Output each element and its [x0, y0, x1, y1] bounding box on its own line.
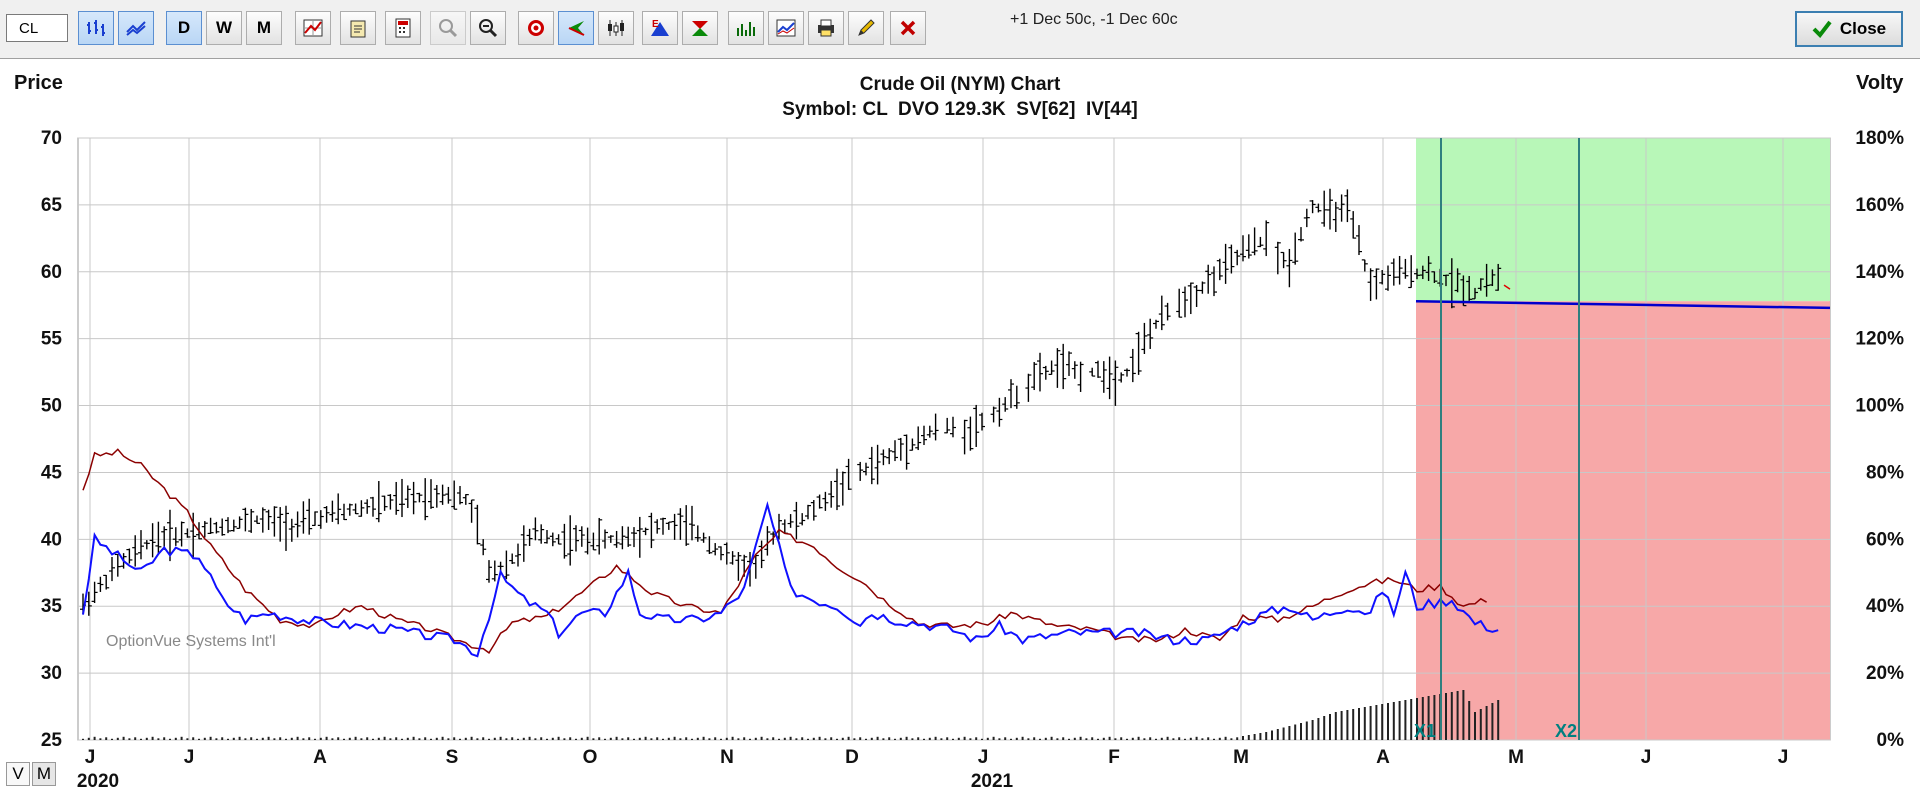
month-tick-label: A — [1376, 747, 1390, 768]
target-button[interactable] — [518, 11, 554, 45]
clipboard-icon — [347, 18, 369, 38]
candle-button[interactable] — [598, 11, 634, 45]
price-tick-label: 35 — [41, 596, 63, 617]
pencil-button[interactable] — [848, 11, 884, 45]
month-tick-label: D — [845, 747, 859, 768]
expiration-marker-label: X2 — [1555, 721, 1577, 741]
target-icon — [525, 18, 547, 38]
month-tick-label: O — [583, 747, 598, 768]
price-tick-label: 70 — [41, 128, 62, 149]
watermark-text: OptionVue Systems Int'l — [106, 633, 276, 650]
month-tick-label: N — [720, 747, 734, 768]
dividend-icon — [689, 18, 711, 38]
month-tick-label: F — [1108, 747, 1120, 768]
pencil-icon — [855, 18, 877, 38]
volume-chart-button[interactable] — [728, 11, 764, 45]
price-tick-label: 55 — [41, 329, 63, 350]
volty-tick-label: 140% — [1855, 262, 1904, 283]
zoom-in-button[interactable] — [430, 11, 466, 45]
expiration-marker-label: X1 — [1414, 721, 1436, 741]
delete-button[interactable] — [890, 11, 926, 45]
m-tab[interactable]: M — [32, 762, 56, 786]
zoom-out-button[interactable] — [470, 11, 506, 45]
volty-tick-label: 20% — [1866, 663, 1904, 684]
calculator-icon — [392, 18, 414, 38]
chart-subtitle: Symbol: CL DVO 129.3K SV[62] IV[44] — [782, 99, 1138, 120]
chart-title: Crude Oil (NYM) Chart — [859, 74, 1061, 95]
monthly-button[interactable]: M — [246, 11, 282, 45]
close-label: Close — [1839, 19, 1887, 38]
line-chart-icon — [125, 18, 147, 38]
symbol-input[interactable]: CL — [6, 14, 68, 42]
bar-chart-icon — [85, 18, 107, 38]
grid-chart-icon — [302, 18, 324, 38]
volty-tick-label: 180% — [1855, 128, 1904, 149]
price-chart[interactable]: 70 180% 65 160% 60 140% 55 120% 50 100% 45 80% 40 60%… — [0, 59, 1920, 797]
toolbar: CL DWM E +1 Dec 50c, -1 Dec 60c Close — [0, 0, 1920, 59]
svg-text:E: E — [652, 19, 659, 30]
print-button[interactable] — [808, 11, 844, 45]
month-tick-label: M — [1233, 747, 1249, 768]
month-tick-label: J — [85, 747, 96, 768]
price-tick-label: 45 — [41, 462, 63, 483]
volty-tick-label: 40% — [1866, 596, 1904, 617]
month-tick-label: J — [978, 747, 989, 768]
month-tick-label: S — [446, 747, 459, 768]
volty-tick-label: 80% — [1866, 462, 1904, 483]
month-tick-label: J — [1641, 747, 1652, 768]
price-tick-label: 40 — [41, 529, 62, 550]
arrow-left-button[interactable] — [558, 11, 594, 45]
candlestick-icon — [605, 18, 627, 38]
volatility-chart-button[interactable] — [768, 11, 804, 45]
chart-area: 70 180% 65 160% 60 140% 55 120% 50 100% 45 80% 40 60%… — [0, 59, 1920, 797]
bearish-zone — [1416, 301, 1830, 740]
zoom-out-icon — [477, 18, 499, 38]
year-label: 2020 — [77, 771, 119, 792]
position-status: +1 Dec 50c, -1 Dec 60c — [1010, 11, 1178, 28]
delete-x-icon — [897, 18, 919, 38]
zoom-in-icon — [437, 18, 459, 38]
earnings-button[interactable]: E — [642, 11, 678, 45]
checkmark-icon — [1812, 20, 1832, 38]
grid-settings-button[interactable] — [295, 11, 331, 45]
weekly-button[interactable]: W — [206, 11, 242, 45]
print-icon — [815, 18, 837, 38]
arrow-left-icon — [565, 18, 587, 38]
v-tab[interactable]: V — [6, 762, 30, 786]
daily-button[interactable]: D — [166, 11, 202, 45]
close-button[interactable]: Close — [1795, 11, 1903, 47]
volty-tick-label: 160% — [1855, 195, 1904, 216]
volty-tick-label: 120% — [1855, 329, 1904, 350]
calculator-button[interactable] — [385, 11, 421, 45]
volty-tick-label: 0% — [1877, 730, 1905, 751]
line-chart-icon-button[interactable] — [118, 11, 154, 45]
volty-tick-label: 60% — [1866, 529, 1904, 550]
month-tick-label: M — [1508, 747, 1524, 768]
month-tick-label: A — [313, 747, 327, 768]
volatility-chart-icon — [775, 18, 797, 38]
price-tick-label: 65 — [41, 195, 63, 216]
volty-tick-label: 100% — [1855, 396, 1904, 417]
dividend-button[interactable] — [682, 11, 718, 45]
notes-button[interactable] — [340, 11, 376, 45]
year-label: 2021 — [971, 771, 1014, 792]
price-tick-label: 50 — [41, 396, 62, 417]
earnings-icon: E — [649, 18, 671, 38]
price-tick-label: 25 — [41, 730, 63, 751]
price-tick-label: 30 — [41, 663, 62, 684]
bullish-zone — [1416, 138, 1830, 302]
bar-chart-icon-button[interactable] — [78, 11, 114, 45]
month-tick-label: J — [1778, 747, 1789, 768]
month-tick-label: J — [184, 747, 195, 768]
price-tick-label: 60 — [41, 262, 62, 283]
volume-chart-icon — [735, 18, 757, 38]
